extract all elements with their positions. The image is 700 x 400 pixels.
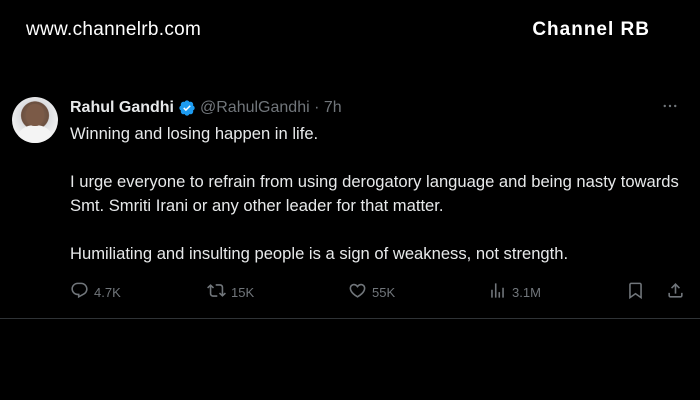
- tweet-card[interactable]: Rahul Gandhi @RahulGandhi · 7h Winning a…: [0, 84, 700, 319]
- views-icon: [488, 281, 507, 303]
- reply-icon: [70, 281, 89, 303]
- watermark-site: www.channelrb.com: [26, 19, 202, 40]
- share-icon: [666, 281, 685, 303]
- more-icon[interactable]: [658, 94, 682, 118]
- views-button[interactable]: 3.1M: [488, 280, 541, 304]
- tweet-actions: 4.7K 15K 55K 3.1M: [70, 280, 690, 304]
- views-count: 3.1M: [512, 284, 541, 300]
- heart-icon: [348, 281, 367, 303]
- watermark-brand: Channel RB: [532, 19, 650, 40]
- repost-button[interactable]: 15K: [207, 280, 254, 304]
- author-handle-time[interactable]: @RahulGandhi · 7h: [200, 99, 342, 117]
- reply-count: 4.7K: [94, 284, 121, 300]
- tweet-text: Winning and losing happen in life. I urg…: [70, 122, 685, 266]
- bookmark-icon: [626, 281, 645, 303]
- author-name[interactable]: Rahul Gandhi: [70, 99, 174, 117]
- verified-badge-icon: [178, 99, 196, 117]
- like-button[interactable]: 55K: [348, 280, 395, 304]
- repost-count: 15K: [231, 284, 255, 300]
- tweet-paragraph: I urge everyone to refrain from using de…: [70, 172, 679, 215]
- tweet-paragraph: Winning and losing happen in life.: [70, 124, 319, 143]
- repost-icon: [207, 281, 226, 303]
- tweet-paragraph: Humiliating and insulting people is a si…: [70, 244, 569, 263]
- like-count: 55K: [372, 284, 396, 300]
- reply-button[interactable]: 4.7K: [70, 280, 121, 304]
- bookmark-button[interactable]: [626, 280, 645, 304]
- tweet-header: Rahul Gandhi @RahulGandhi · 7h: [70, 98, 342, 118]
- avatar[interactable]: [12, 97, 58, 143]
- share-button[interactable]: [666, 280, 685, 304]
